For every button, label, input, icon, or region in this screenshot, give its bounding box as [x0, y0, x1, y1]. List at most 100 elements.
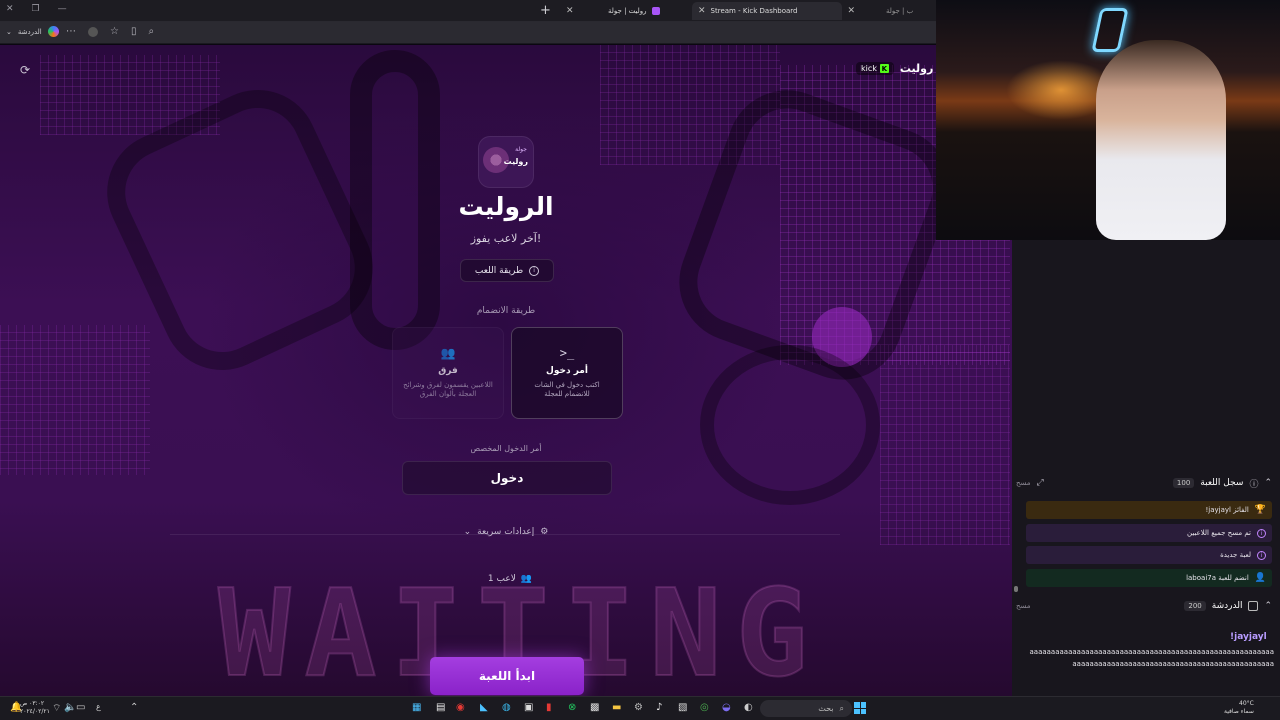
terminal-icon: >_	[559, 346, 575, 360]
clear-log-button[interactable]: مسح	[1016, 479, 1031, 487]
quick-settings-toggle[interactable]: ⌄ إعدادات سريعة ⚙	[440, 527, 572, 537]
favorites-star-icon[interactable]: ☆	[110, 26, 119, 37]
bg-shape	[700, 345, 880, 505]
roulette-logo: جولة روليت	[478, 136, 534, 188]
users-icon: 👥	[520, 574, 533, 584]
pixel-pattern	[0, 325, 150, 475]
log-item: لعبة جديدة i	[1026, 546, 1272, 564]
log-count-badge: 100	[1172, 478, 1195, 488]
minimize-window-icon[interactable]: —	[58, 4, 67, 14]
close-window-icon[interactable]: ✕	[6, 4, 14, 14]
discord-icon[interactable]: ◒	[722, 702, 731, 713]
close-tab-icon[interactable]: ✕	[698, 6, 706, 16]
app-icon[interactable]: ▧	[678, 702, 687, 713]
new-tab-button[interactable]: +	[540, 3, 551, 18]
battery-icon[interactable]: ▭	[76, 702, 85, 713]
collections-icon[interactable]: ▯	[131, 26, 137, 37]
streamer-webcam	[1096, 40, 1226, 240]
info-icon: i	[529, 265, 540, 276]
chat-username[interactable]: !jayjayl	[1230, 632, 1267, 642]
edge-icon[interactable]: ◍	[502, 702, 511, 713]
join-method-label: طريقة الانضمام	[476, 306, 536, 316]
zoom-icon[interactable]: ⌕	[148, 26, 154, 37]
logo-text: روليت	[503, 157, 528, 166]
visual-studio-icon[interactable]: ◣	[480, 702, 488, 713]
app-icon[interactable]: ◉	[456, 702, 465, 713]
copilot-area: ⌄ الدردشة	[6, 26, 59, 37]
join-method-teams-card[interactable]: 👥 فرق اللاعبين يقسمون لفرق وشرائح العجلة…	[392, 327, 504, 419]
clock-date: ٢٠٢٤/٠٢/٢١	[20, 708, 50, 715]
custom-command-input[interactable]	[402, 461, 612, 495]
tab-title: ب | جولة	[886, 7, 914, 15]
chevron-up-icon[interactable]: ⌃	[1264, 478, 1272, 488]
gear-icon: ⚙	[540, 527, 549, 537]
kick-label: kick	[861, 64, 877, 73]
tiktok-icon[interactable]: ♪	[656, 702, 662, 713]
refresh-icon[interactable]: ⟳	[20, 63, 30, 77]
quick-settings-label: إعدادات سريعة	[477, 527, 535, 537]
app-icon[interactable]: ▮	[546, 702, 552, 713]
weather-widget[interactable]: 40°C سماء صافية	[1224, 700, 1254, 716]
side-panel	[1012, 240, 1280, 696]
log-text: تم مسح جميع اللاعبين	[1187, 529, 1251, 537]
widgets-icon[interactable]: ▦	[412, 702, 421, 713]
weather-condition: سماء صافية	[1224, 708, 1254, 715]
kick-badge: kick K	[856, 62, 894, 75]
log-item: تم مسح جميع اللاعبين i	[1026, 524, 1272, 542]
log-item: !jayjayl الفائز 🏆	[1026, 501, 1272, 519]
folder-icon[interactable]: ▬	[612, 702, 621, 713]
start-game-button[interactable]: ابدأ اللعبة	[430, 657, 584, 695]
copilot-label[interactable]: الدردشة	[18, 28, 42, 36]
join-method-command-card[interactable]: >_ أمر دخول اكتب دخول في الشات للانضمام …	[511, 327, 623, 419]
taskbar-search[interactable]: بحث ⌕	[760, 700, 852, 717]
settings-icon[interactable]: ⚙	[634, 702, 643, 713]
neon-logo	[1091, 8, 1129, 52]
more-options-icon[interactable]: ⋯	[66, 26, 76, 37]
custom-command-label: أمر الدخول المخصص	[470, 444, 542, 453]
volume-icon[interactable]: 🔈	[64, 702, 76, 713]
windows-start-icon[interactable]	[854, 702, 866, 714]
weather-temp: 40°C	[1239, 700, 1254, 707]
system-clock[interactable]: ٠٣:٠٢ ص ٢٠٢٤/٠٢/٢١	[20, 700, 50, 716]
log-text: لعبة جديدة	[1220, 551, 1251, 559]
card-title: فرق	[438, 366, 458, 376]
copilot-icon[interactable]	[47, 26, 59, 37]
chat-header: مسح 200 الدردشة ⌃	[1016, 598, 1272, 614]
tab-kick-dashboard[interactable]: ✕ Stream - Kick Dashboard ✕	[692, 2, 855, 20]
page-subtitle: آخر لاعب يفوز!	[470, 232, 542, 245]
store-icon[interactable]: ▣	[524, 702, 533, 713]
log-item: laboai7a انضم للعبة 👤	[1026, 569, 1272, 587]
user-plus-icon: 👤	[1254, 573, 1266, 583]
xbox-icon[interactable]: ⊗	[568, 702, 576, 713]
file-icon[interactable]: ▤	[436, 702, 445, 713]
expand-icon[interactable]: ⤢	[1037, 478, 1044, 488]
card-title: أمر دخول	[546, 366, 588, 376]
chevron-up-icon[interactable]: ⌃	[1264, 601, 1272, 611]
close-tab-icon[interactable]: ✕	[848, 6, 856, 16]
chevron-up-icon[interactable]: ⌃	[130, 702, 138, 713]
scrollbar-thumb[interactable]	[1014, 586, 1018, 592]
network-icon[interactable]: ⌔	[52, 702, 61, 715]
chat-title: الدردشة	[1211, 601, 1243, 611]
chevron-down-icon[interactable]: ⌄	[6, 28, 12, 36]
app-icon[interactable]: ◐	[744, 702, 753, 713]
page-title: الروليت	[458, 192, 554, 221]
brand-name: روليت	[899, 62, 934, 75]
restore-window-icon[interactable]: ❐	[32, 4, 40, 14]
pixel-pattern	[880, 345, 1010, 545]
clock-time: ٠٣:٠٢ ص	[20, 700, 45, 707]
browser-toolbar: ⌄ الدردشة ⋯ ☆ ▯ ⌕	[0, 22, 936, 44]
tab-roulette[interactable]: ✕ روليت | جولة	[560, 2, 666, 20]
search-label: بحث	[818, 704, 834, 713]
how-to-play-button[interactable]: طريقة اللعب i	[460, 259, 554, 282]
profile-avatar[interactable]	[88, 27, 98, 37]
chrome-icon[interactable]: ◎	[700, 702, 709, 713]
language-indicator[interactable]: ع	[96, 702, 101, 711]
card-description: اكتب دخول في الشات للانضمام للعجلة	[534, 381, 600, 398]
app-icon[interactable]: ▩	[590, 702, 599, 713]
logo-subtext: جولة	[515, 146, 527, 153]
close-tab-icon[interactable]: ✕	[566, 6, 574, 16]
chevron-down-icon: ⌄	[463, 527, 472, 537]
clear-chat-button[interactable]: مسح	[1016, 602, 1031, 610]
tab-other[interactable]: ب | جولة	[880, 2, 919, 20]
